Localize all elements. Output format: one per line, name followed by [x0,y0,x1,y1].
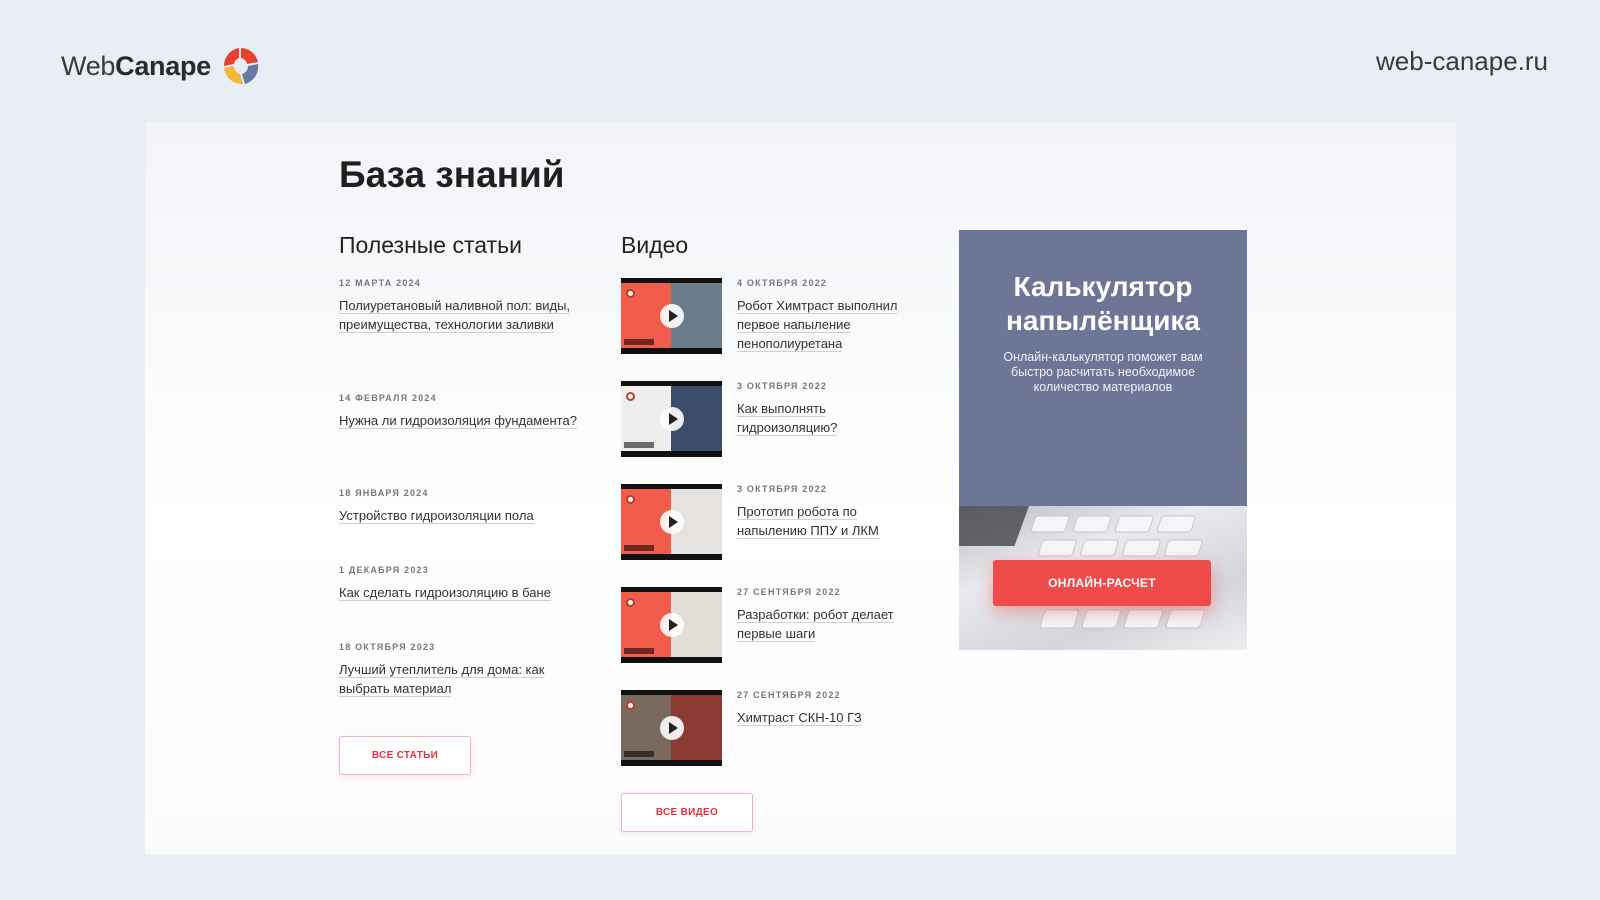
video-thumbnail[interactable] [621,381,722,457]
brand-logo[interactable]: WebCanape [61,44,263,88]
video-info: 3 ОКТЯБРЯ 2022 Как выполнять гидроизоляц… [737,381,921,484]
play-icon[interactable] [659,510,684,534]
video-date: 3 ОКТЯБРЯ 2022 [737,484,828,494]
article-link[interactable]: Полиуретановый наливной пол: виды, преим… [339,298,571,333]
video-link[interactable]: Химтраст СКН-10 ГЗ [737,710,862,726]
video-info: 27 СЕНТЯБРЯ 2022 Химтраст СКН-10 ГЗ [737,690,862,793]
online-calc-button[interactable]: ОНЛАЙН-РАСЧЕТ [993,560,1211,606]
video-link[interactable]: Как выполнять гидроизоляцию? [737,401,838,436]
calculator-promo: Калькулятор напылёнщика Онлайн-калькулят… [959,230,1247,650]
webcanape-swirl-icon [626,598,635,607]
article-date: 1 ДЕКАБРЯ 2023 [339,565,429,575]
webcanape-swirl-icon [626,289,635,298]
video-thumbnail[interactable] [621,587,722,663]
promo-title: Калькулятор напылёнщика [1005,271,1200,336]
article-item: 18 ЯНВАРЯ 2024 Устройство гидроизоляции … [339,488,579,565]
article-link[interactable]: Лучший утеплитель для дома: как выбрать … [339,662,545,697]
knowledge-base-card: База знаний Полезные статьи 12 МАРТА 202… [145,122,1456,854]
brand-wordmark: WebCanape [61,50,211,81]
article-date: 18 ЯНВАРЯ 2024 [339,488,429,498]
video-date: 27 СЕНТЯБРЯ 2022 [737,587,841,597]
article-item: 18 ОКТЯБРЯ 2023 Лучший утеплитель для до… [339,642,579,736]
webcanape-swirl-icon [626,701,635,710]
video-link[interactable]: Робот Химтраст выполнил первое напыление… [737,298,898,352]
video-thumbnail[interactable] [621,690,722,766]
article-link[interactable]: Нужна ли гидроизоляция фундамента? [339,413,577,429]
video-link[interactable]: Прототип робота по напылению ППУ и ЛКМ [737,504,879,539]
site-url: web-canape.ru [1376,46,1548,76]
video-date: 27 СЕНТЯБРЯ 2022 [737,690,841,700]
video-info: 27 СЕНТЯБРЯ 2022 Разработки: робот делае… [737,587,921,690]
articles-column: Полезные статьи 12 МАРТА 2024 Полиуретан… [339,232,579,775]
video-info: 3 ОКТЯБРЯ 2022 Прототип робота по напыле… [737,484,921,587]
play-icon[interactable] [659,613,684,637]
article-link[interactable]: Как сделать гидроизоляцию в бане [339,585,551,601]
video-item[interactable]: 3 ОКТЯБРЯ 2022 Прототип робота по напыле… [621,484,921,587]
page-title: База знаний [339,154,565,195]
articles-heading: Полезные статьи [339,232,522,258]
video-item[interactable]: 3 ОКТЯБРЯ 2022 Как выполнять гидроизоляц… [621,381,921,484]
videos-heading: Видео [621,232,689,258]
video-item[interactable]: 27 СЕНТЯБРЯ 2022 Химтраст СКН-10 ГЗ [621,690,921,793]
all-videos-button[interactable]: ВСЕ ВИДЕО [621,793,753,832]
video-item[interactable]: 4 ОКТЯБРЯ 2022 Робот Химтраст выполнил п… [621,278,921,381]
article-item: 14 ФЕВРАЛЯ 2024 Нужна ли гидроизоляция ф… [339,393,579,488]
article-date: 12 МАРТА 2024 [339,278,421,288]
video-info: 4 ОКТЯБРЯ 2022 Робот Химтраст выполнил п… [737,278,921,381]
webcanape-swirl-icon [626,392,635,401]
video-date: 3 ОКТЯБРЯ 2022 [737,381,828,391]
article-date: 18 ОКТЯБРЯ 2023 [339,642,436,652]
all-articles-button[interactable]: ВСЕ СТАТЬИ [339,736,471,775]
video-thumbnail[interactable] [621,278,722,354]
play-icon[interactable] [659,304,684,328]
webcanape-swirl-icon [626,495,635,504]
play-icon[interactable] [659,716,684,740]
article-item: 1 ДЕКАБРЯ 2023 Как сделать гидроизоляцию… [339,565,579,642]
article-item: 12 МАРТА 2024 Полиуретановый наливной по… [339,278,579,393]
promo-description: Онлайн-калькулятор поможет вам быстро ра… [1003,350,1203,394]
webcanape-swirl-icon [223,48,259,85]
play-icon[interactable] [659,407,684,431]
article-date: 14 ФЕВРАЛЯ 2024 [339,393,437,403]
video-thumbnail[interactable] [621,484,722,560]
video-date: 4 ОКТЯБРЯ 2022 [737,278,828,288]
video-link[interactable]: Разработки: робот делает первые шаги [737,607,894,642]
video-item[interactable]: 27 СЕНТЯБРЯ 2022 Разработки: робот делае… [621,587,921,690]
article-link[interactable]: Устройство гидроизоляции пола [339,508,534,524]
videos-column: Видео 4 ОКТЯБРЯ 2022 Робот Химтраст выпо… [621,232,921,832]
